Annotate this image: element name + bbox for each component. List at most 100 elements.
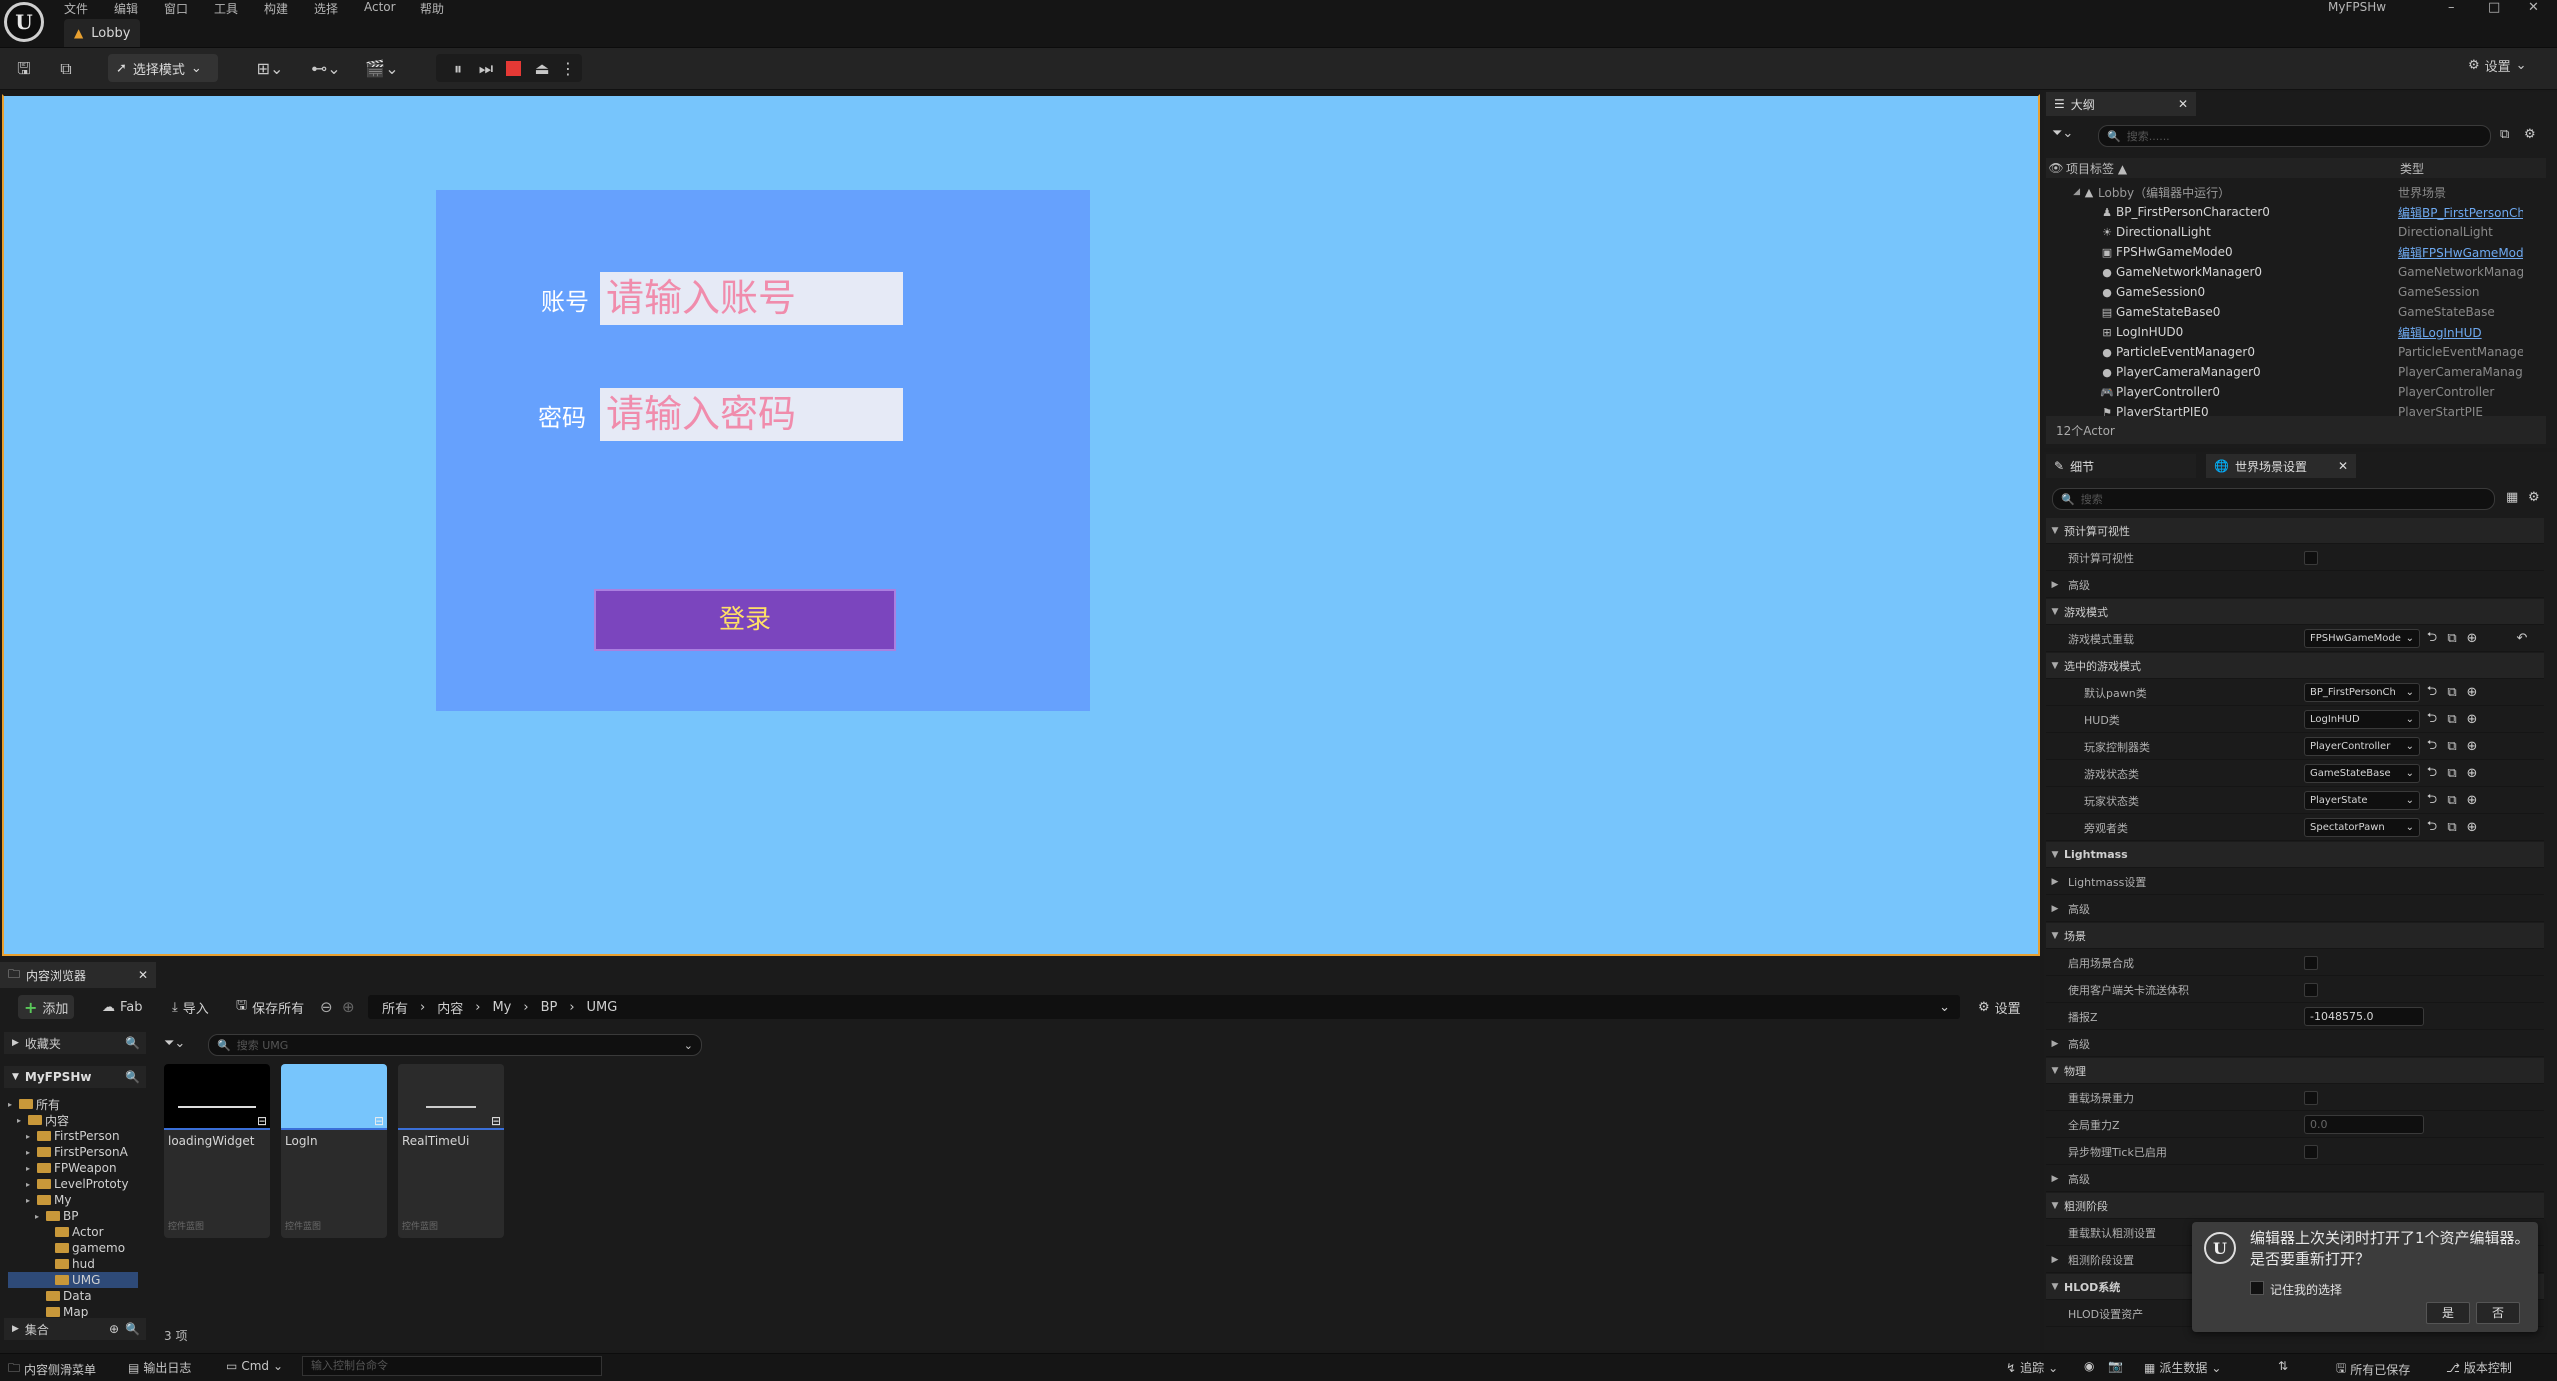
save-all-button[interactable]: 🖫 保存所有 [230, 995, 310, 1019]
close-window-button[interactable]: ✕ [2528, 0, 2539, 15]
details-row[interactable]: 启用场景合成 [2046, 950, 2544, 976]
history-forward-icon[interactable]: ⊕ [342, 998, 355, 1016]
outliner-row-type[interactable]: 编辑FPSHwGameMode [2398, 244, 2523, 261]
details-row[interactable]: 全局重力Z 0.0 [2046, 1112, 2544, 1138]
property-combo[interactable]: GameStateBase ⌄ [2304, 764, 2420, 783]
col-type-header[interactable]: 类型 [2400, 160, 2424, 177]
folder-tree-item[interactable]: Actor [8, 1224, 138, 1240]
property-checkbox[interactable] [2304, 955, 2318, 970]
arrow-left-icon[interactable]: ⮌ [2424, 817, 2440, 839]
expand-arrow-icon[interactable]: ▶ [2046, 1039, 2064, 1049]
remember-checkbox[interactable] [2250, 1281, 2264, 1295]
expand-arrow-icon[interactable]: ▸ [26, 1180, 34, 1189]
cinematics-icon[interactable]: 🎬⌄ [364, 57, 400, 81]
expand-arrow-icon[interactable]: ▸ [8, 1100, 16, 1109]
breadcrumb-all[interactable]: 所有 [382, 998, 408, 1017]
outliner-root-row[interactable]: ◢ ▲ Lobby（编辑器中运行） 世界场景 [2046, 182, 2546, 202]
expand-arrow-icon[interactable]: ▼ [2046, 850, 2064, 860]
details-row[interactable]: ▼ 物理 [2046, 1058, 2544, 1084]
details-search-input[interactable]: 🔍 搜索 [2052, 488, 2495, 510]
add-icon[interactable]: ⊕ [2464, 820, 2480, 835]
folder-tree-item[interactable]: ▸ 所有 [8, 1096, 138, 1112]
details-row[interactable]: 重载场景重力 [2046, 1085, 2544, 1111]
menu-help[interactable]: 帮助 [420, 0, 444, 16]
details-row[interactable]: ▼ 游戏模式 [2046, 599, 2544, 625]
property-checkbox[interactable] [2304, 1090, 2318, 1105]
minimize-button[interactable]: – [2448, 0, 2455, 15]
folder-tree-item[interactable]: Data [8, 1288, 138, 1304]
add-icon[interactable]: ⊕ [2464, 685, 2480, 700]
blueprint-icon[interactable]: ⊷⌄ [308, 57, 344, 81]
gear-icon[interactable]: ⚙ [2524, 127, 2536, 142]
history-back-icon[interactable]: ⊖ [320, 998, 333, 1016]
folder-tree-item[interactable]: UMG [8, 1272, 138, 1288]
asset-tile[interactable]: ⊟ loadingWidget 控件蓝图 [164, 1064, 270, 1238]
expand-arrow-icon[interactable]: ▼ [2046, 931, 2064, 941]
expand-arrow-icon[interactable]: ▶ [2046, 877, 2064, 887]
eject-icon[interactable]: ⏏ [530, 57, 554, 81]
arrow-left-icon[interactable]: ⮌ [2424, 628, 2440, 650]
expand-arrow-icon[interactable]: ▼ [2046, 1201, 2064, 1211]
breadcrumb-umg[interactable]: UMG [587, 1000, 618, 1015]
level-tab[interactable]: ▲ Lobby [64, 19, 141, 47]
menu-window[interactable]: 窗口 [164, 0, 188, 16]
breadcrumb-my[interactable]: My [492, 1000, 511, 1015]
settings-button[interactable]: ⚙ 设置 ⌄ [2468, 56, 2527, 75]
folder-tree-item[interactable]: ▸ FPWeapon [8, 1160, 138, 1176]
search-icon[interactable]: 🔍 [125, 1070, 140, 1084]
unreal-logo-icon[interactable]: U [4, 2, 44, 42]
maximize-button[interactable]: □ [2488, 0, 2500, 15]
outliner-tab[interactable]: ☰ 大纲 ✕ [2046, 92, 2196, 116]
fab-button[interactable]: ☁ Fab [96, 995, 149, 1019]
outliner-row[interactable]: ● GameSession0 GameSession [2046, 282, 2546, 302]
asset-search-input[interactable]: 🔍 搜索 UMG ⌄ [208, 1034, 702, 1056]
filter-icon[interactable]: ⏷⌄ [2052, 126, 2073, 141]
details-row[interactable]: ▼ 预计算可视性 [2046, 518, 2544, 544]
source-control-icon[interactable]: ⇅ [2278, 1359, 2288, 1373]
camera-icon[interactable]: 📷 [2108, 1359, 2123, 1373]
outliner-row[interactable]: 🎮 PlayerController0 PlayerController [2046, 382, 2546, 402]
details-row[interactable]: HUD类 LogInHUD ⌄ ⮌ ⧉ ⊕ [2046, 707, 2544, 733]
path-breadcrumb[interactable]: 所有 › 内容 › My › BP › UMG ⌄ [368, 995, 1960, 1019]
asset-tile[interactable]: ⊟ RealTimeUi 控件蓝图 [398, 1064, 504, 1238]
world-settings-tab[interactable]: 🌐 世界场景设置 ✕ [2206, 454, 2356, 478]
console-input[interactable]: 输入控制台命令 [302, 1356, 602, 1376]
details-row[interactable]: ▼ 粗测阶段 [2046, 1193, 2544, 1219]
add-icon[interactable]: ⊕ [2464, 712, 2480, 727]
menu-build[interactable]: 构建 [264, 0, 288, 16]
select-mode-dropdown[interactable]: ➚ 选择模式 ⌄ [108, 54, 218, 82]
yes-button[interactable]: 是 [2426, 1302, 2470, 1324]
step-frame-icon[interactable]: ⏭ [474, 57, 498, 81]
browse-icon[interactable]: ⧉ [2444, 766, 2460, 781]
folder-tree-item[interactable]: gamemo [8, 1240, 138, 1256]
expand-arrow-icon[interactable]: ▸ [26, 1164, 34, 1173]
outliner-row[interactable]: ▣ FPSHwGameMode0 编辑FPSHwGameMode [2046, 242, 2546, 262]
arrow-left-icon[interactable]: ⮌ [2424, 736, 2440, 758]
save-icon[interactable]: 🖫 [12, 57, 36, 81]
add-button[interactable]: + 添加 [18, 995, 75, 1019]
close-icon[interactable]: ✕ [138, 968, 148, 982]
chevron-down-icon[interactable]: ⌄ [1939, 1000, 1950, 1015]
add-icon[interactable]: ⊕ [2464, 739, 2480, 754]
content-drawer-button[interactable]: 🗀 内容侧滑菜单 [8, 1359, 96, 1380]
details-row[interactable]: 玩家控制器类 PlayerController ⌄ ⮌ ⧉ ⊕ [2046, 734, 2544, 760]
expand-arrow-icon[interactable]: ▸ [26, 1196, 34, 1205]
arrow-left-icon[interactable]: ⮌ [2424, 682, 2440, 704]
folder-tree-item[interactable]: ▸ BP [8, 1208, 138, 1224]
pause-icon[interactable]: ⏸ [446, 57, 470, 81]
outliner-row[interactable]: ▤ GameStateBase0 GameStateBase [2046, 302, 2546, 322]
breadcrumb-bp[interactable]: BP [541, 1000, 558, 1015]
property-combo[interactable]: LogInHUD ⌄ [2304, 710, 2420, 729]
menu-file[interactable]: 文件 [64, 0, 88, 16]
folder-tree-item[interactable]: ▸ 内容 [8, 1112, 138, 1128]
favorites-section[interactable]: ▶ 收藏夹 🔍 [4, 1032, 146, 1054]
trace-button[interactable]: ↯ 追踪 ⌄ [2006, 1359, 2058, 1376]
details-row[interactable]: 播报Z -1048575.0 [2046, 1004, 2544, 1030]
details-tab[interactable]: ✎ 细节 [2046, 454, 2196, 478]
close-icon[interactable]: ✕ [2338, 459, 2348, 473]
password-input[interactable]: 请输入密码 [600, 388, 903, 441]
details-row[interactable]: 预计算可视性 [2046, 545, 2544, 571]
details-row[interactable]: ▶ Lightmass设置 [2046, 869, 2544, 895]
expand-arrow-icon[interactable]: ▼ [2046, 661, 2064, 671]
expand-arrow-icon[interactable]: ▸ [26, 1132, 34, 1141]
